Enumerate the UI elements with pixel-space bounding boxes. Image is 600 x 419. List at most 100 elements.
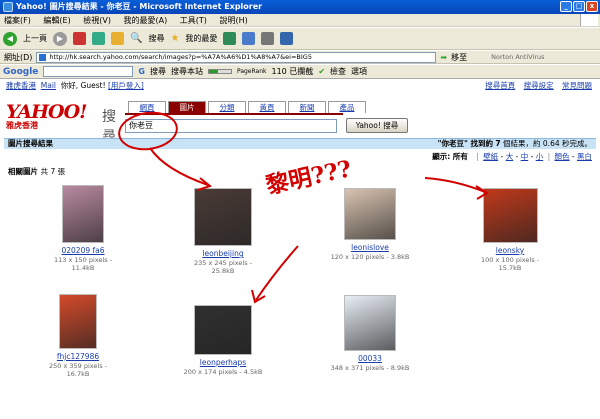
google-logo[interactable]: Google <box>3 67 38 77</box>
result-thumbnail[interactable] <box>344 188 396 240</box>
display-filter: 顯示: 所有 | 壁紙 - 大 - 中 - 小 | 顏色 - 黑白 <box>432 152 592 161</box>
result-meta: 113 x 150 pixels - 11.4kB <box>53 256 113 272</box>
menu-help[interactable]: 說明(H) <box>219 16 247 25</box>
related-images-heading: 相關圖片 共 7 張 <box>8 167 66 176</box>
result-meta: 235 x 245 pixels - 25.8kB <box>193 259 253 275</box>
yahoo-logo[interactable]: YAHOO! 雅虎香港 搜尋 <box>6 101 116 146</box>
maximize-button[interactable]: □ <box>573 1 585 12</box>
back-arrow-icon[interactable]: ◀ <box>3 31 17 46</box>
google-search-input[interactable] <box>43 66 134 77</box>
options-button[interactable]: 選項 <box>351 66 367 77</box>
menu-favorites[interactable]: 我的最愛(A) <box>124 16 168 25</box>
result-title[interactable]: leonsky <box>470 246 550 255</box>
result-item[interactable]: 00033 348 x 371 pixels - 8.9kB <box>330 295 410 372</box>
results-summary: "你老豆" 找到約 7 個結果，約 0.64 秒完成。 <box>437 139 592 148</box>
search-button[interactable]: 搜尋 <box>148 33 164 44</box>
result-item[interactable]: leonperhaps 200 x 174 pixels - 4.5kB <box>183 305 263 376</box>
tab-images[interactable]: 圖片 <box>168 101 206 113</box>
address-input[interactable]: http://hk.search.yahoo.com/search/images… <box>36 51 437 63</box>
forward-arrow-icon[interactable]: ▶ <box>53 31 67 46</box>
refresh-icon[interactable] <box>92 32 105 45</box>
menu-edit[interactable]: 編輯(E) <box>43 16 70 25</box>
norton-label[interactable]: Norton AntiVirus <box>491 53 544 61</box>
tab-yellowpages[interactable]: 黃頁 <box>248 101 286 113</box>
pagerank-label[interactable]: PageRank <box>237 68 267 75</box>
stop-icon[interactable] <box>73 32 86 45</box>
result-thumbnail[interactable] <box>482 188 538 243</box>
print-icon[interactable] <box>261 32 275 45</box>
related-count: 共 7 張 <box>40 167 66 176</box>
edit-icon[interactable] <box>280 32 294 45</box>
result-item[interactable]: leonsky 100 x 100 pixels - 15.7kB <box>470 188 550 272</box>
toolbar: ◀ 上一頁 ▶ 🔍 搜尋 ★ 我的最愛 <box>0 28 600 50</box>
yahoo-logo-text: YAHOO! <box>6 101 87 123</box>
filter-large[interactable]: 大 <box>506 152 514 161</box>
result-thumbnail[interactable] <box>59 294 97 349</box>
filter-color[interactable]: 顏色 <box>555 152 570 161</box>
tab-directory[interactable]: 分類 <box>208 101 246 113</box>
result-item[interactable]: 020209 fa6 113 x 150 pixels - 11.4kB <box>48 185 118 272</box>
result-thumbnail[interactable] <box>194 305 252 355</box>
result-item[interactable]: fhjc127986 250 x 359 pixels - 16.7kB <box>38 294 118 378</box>
result-meta: 100 x 100 pixels - 15.7kB <box>480 256 540 272</box>
search-icon[interactable]: 🔍 <box>130 33 142 44</box>
address-bar: 網址(D) http://hk.search.yahoo.com/search/… <box>0 51 600 64</box>
go-button[interactable]: 移至 <box>451 52 467 63</box>
google-site-search[interactable]: 搜尋本站 <box>171 66 203 77</box>
back-button[interactable]: 上一頁 <box>23 33 47 44</box>
search-settings-link[interactable]: 搜尋設定 <box>524 81 554 90</box>
history-icon[interactable] <box>223 32 237 45</box>
result-thumbnail[interactable] <box>194 188 252 246</box>
favorites-button[interactable]: 我的最愛 <box>185 33 217 44</box>
filter-wallpaper[interactable]: 壁紙 <box>483 152 498 161</box>
close-button[interactable]: x <box>586 1 598 12</box>
address-label: 網址(D) <box>4 52 33 62</box>
result-title[interactable]: leonbeijing <box>183 249 263 258</box>
favorites-icon[interactable]: ★ <box>170 33 179 44</box>
yahoo-search-button[interactable]: Yahoo! 搜尋 <box>346 118 408 133</box>
result-meta: 200 x 174 pixels - 4.5kB <box>183 368 263 376</box>
result-item[interactable]: leonislove 120 x 120 pixels - 3.8kB <box>330 188 410 261</box>
tab-products[interactable]: 產品 <box>328 101 366 113</box>
home-icon[interactable] <box>111 32 124 45</box>
result-item[interactable]: leonbeijing 235 x 245 pixels - 25.8kB <box>183 188 263 275</box>
result-thumbnail[interactable] <box>344 295 396 351</box>
spellcheck-button[interactable]: 檢查 <box>330 66 346 77</box>
arrow-head-3 <box>251 289 266 304</box>
signin-link[interactable]: [用戶登入] <box>108 81 144 90</box>
mail-link[interactable]: Mail <box>41 81 56 90</box>
result-title[interactable]: fhjc127986 <box>38 352 118 361</box>
greeting: 你好, Guest! <box>60 81 106 90</box>
result-thumbnail[interactable] <box>62 185 104 243</box>
result-title[interactable]: leonislove <box>330 243 410 252</box>
ie-icon <box>3 2 13 12</box>
google-search-button[interactable]: 搜尋 <box>150 66 166 77</box>
filter-medium[interactable]: 中 <box>521 152 529 161</box>
faq-link[interactable]: 常見問題 <box>562 81 592 90</box>
yahoo-hk-link[interactable]: 雅虎香港 <box>6 81 36 90</box>
menu-view[interactable]: 檢視(V) <box>83 16 111 25</box>
menu-file[interactable]: 檔案(F) <box>4 16 31 25</box>
google-toolbar: Google G 搜尋 搜尋本站 PageRank 110 已攔截 ✔ 檢查 選… <box>0 65 600 79</box>
check-icon: ✔ <box>318 67 326 76</box>
search-home-link[interactable]: 搜尋首頁 <box>485 81 515 90</box>
go-arrow-icon[interactable]: ➡ <box>440 53 447 62</box>
mail-icon[interactable] <box>242 32 256 45</box>
title-bar: Yahoo! 圖片搜尋結果 - 你老豆 - Microsoft Internet… <box>0 0 600 14</box>
results-label: 圖片搜尋結果 <box>8 139 53 148</box>
popup-blocked[interactable]: 110 已攔截 <box>272 66 314 77</box>
results-count: 7 <box>495 139 501 148</box>
result-title[interactable]: 00033 <box>330 354 410 363</box>
menu-tools[interactable]: 工具(T) <box>180 16 207 25</box>
filter-bw[interactable]: 黑白 <box>577 152 592 161</box>
yahoo-header: 雅虎香港 Mail 你好, Guest! [用戶登入] 搜尋首頁 搜尋設定 常見… <box>0 80 600 92</box>
results-bar: 圖片搜尋結果 "你老豆" 找到約 7 個結果，約 0.64 秒完成。 <box>4 138 596 149</box>
filter-small[interactable]: 小 <box>536 152 544 161</box>
result-title[interactable]: 020209 fa6 <box>48 246 118 255</box>
result-meta: 348 x 371 pixels - 8.9kB <box>330 364 410 372</box>
page-icon <box>39 53 47 61</box>
minimize-button[interactable]: _ <box>560 1 572 12</box>
address-url: http://hk.search.yahoo.com/search/images… <box>49 52 312 61</box>
result-title[interactable]: leonperhaps <box>183 358 263 367</box>
tab-news[interactable]: 新聞 <box>288 101 326 113</box>
